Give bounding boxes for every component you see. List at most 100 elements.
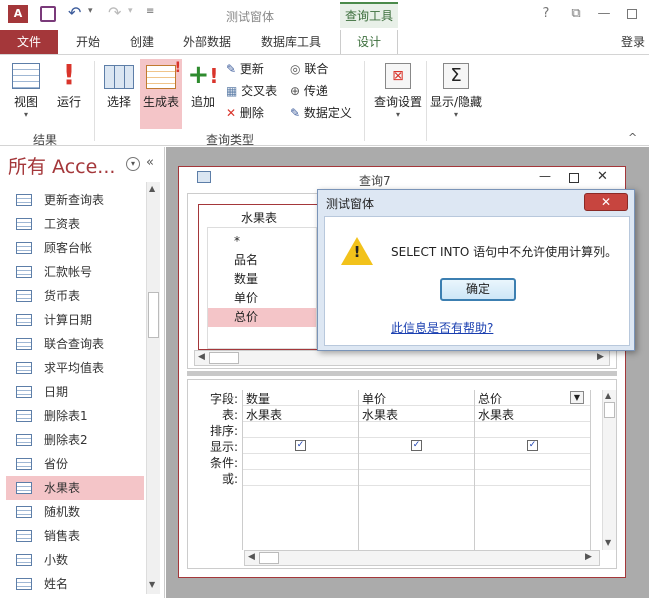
login-link[interactable]: 登录 [618,30,648,54]
scroll-up-icon[interactable]: ▲ [149,184,155,193]
grid-row-line [359,437,474,438]
field-list-item[interactable]: 品名 [208,251,316,270]
query-setup-button[interactable]: ⊠ 查询设置 ▾ [372,59,424,119]
nav-item[interactable]: 销售表 [6,524,144,548]
nav-item[interactable]: 顾客台帐 [6,236,144,260]
field-list-window[interactable]: 水果表 * 品名 数量 单价 总价 [198,204,318,350]
scroll-down-icon[interactable]: ▼ [149,580,155,589]
vscroll-thumb[interactable] [604,402,615,418]
tab-file[interactable]: 文件 [0,30,58,54]
query-minimize-icon[interactable]: — [539,169,551,183]
customize-qat-icon[interactable]: ≡ [146,6,154,17]
nav-item[interactable]: 小数 [6,548,144,572]
field-dropdown-icon[interactable]: ▼ [570,391,584,404]
select-query-button[interactable]: 选择 [100,59,138,110]
nav-item[interactable]: 更新查询表 [6,188,144,212]
field-list-item[interactable]: 数量 [208,270,316,289]
nav-item[interactable]: 日期 [6,380,144,404]
make-table-button[interactable]: ! 生成表 [140,59,182,129]
view-button[interactable]: 视图 ▾ [6,59,46,119]
append-button[interactable]: +! 追加 [186,59,220,110]
show-checkbox[interactable]: ✓ [295,440,306,451]
pane-splitter[interactable] [187,371,617,376]
tab-external-data[interactable]: 外部数据 [176,30,238,54]
hscroll-thumb[interactable] [259,552,279,564]
update-pencil-icon: ✎ [226,62,237,76]
query-maximize-icon[interactable] [569,173,579,183]
data-definition-button[interactable]: ✎ 数据定义 [290,103,352,123]
scroll-down-icon[interactable]: ▼ [605,538,611,547]
grid-vscroll[interactable]: ▲ ▼ [602,390,616,550]
grid-table-cell[interactable]: 水果表 [246,406,282,423]
grid-field-cell[interactable]: 总价 [478,390,502,407]
nav-item[interactable]: 省份 [6,452,144,476]
tab-database-tools[interactable]: 数据库工具 [254,30,328,54]
scroll-left-icon[interactable]: ◀ [248,552,255,562]
grid-hscroll[interactable]: ◀ ▶ [244,550,600,566]
nav-item[interactable]: 联合查询表 [6,332,144,356]
nav-collapse-icon[interactable]: « [146,155,154,170]
nav-item[interactable]: 随机数 [6,500,144,524]
run-button[interactable]: ! 运行 [52,59,86,110]
tab-home[interactable]: 开始 [68,30,108,54]
grid-table-cell[interactable]: 水果表 [362,406,398,423]
run-label: 运行 [56,95,81,109]
ok-button[interactable]: 确定 [440,278,516,301]
field-list-item[interactable]: 单价 [208,289,316,308]
delete-query-button[interactable]: ✕ 删除 [226,103,264,123]
help-icon[interactable]: ? [538,6,554,22]
nav-item[interactable]: 姓名 [6,572,144,596]
passthrough-button[interactable]: ⊕ 传递 [290,81,328,101]
context-tab-group-label: 查询工具 [340,2,398,28]
nav-scrollbar[interactable]: ▲ ▼ [146,182,160,594]
nav-item[interactable]: 删除表1 [6,404,144,428]
help-link[interactable]: 此信息是否有帮助? [391,319,493,336]
union-button[interactable]: ◎ 联合 [290,59,328,79]
hscroll-thumb[interactable] [209,352,239,364]
save-icon[interactable] [40,6,56,22]
globe-icon: ⊕ [290,84,301,98]
field-list-item[interactable]: * [208,232,316,251]
nav-item[interactable]: 水果表 [6,476,144,500]
nav-pane-title[interactable]: 所有 Acce... [8,152,115,179]
undo-icon[interactable]: ↶ [68,3,81,22]
undo-dropdown-icon[interactable]: ▾ [88,6,93,16]
scroll-left-icon[interactable]: ◀ [198,352,205,362]
grid-field-cell[interactable]: 单价 [362,390,386,407]
nav-item[interactable]: 求平均值表 [6,356,144,380]
scroll-thumb[interactable] [148,292,159,338]
update-button[interactable]: ✎ 更新 [226,59,264,79]
show-checkbox[interactable]: ✓ [527,440,538,451]
title-bar: A ↶ ▾ ↷ ▾ ≡ 测试窗体 查询工具 ? ⧉ — [0,0,649,30]
scroll-right-icon[interactable]: ▶ [585,552,592,562]
scroll-right-icon[interactable]: ▶ [597,352,604,362]
nav-item[interactable]: 删除表2 [6,428,144,452]
show-hide-button[interactable]: Σ 显示/隐藏 ▾ [428,59,484,119]
grid-column: 数量 水果表 ✓ [243,390,359,550]
redo-dropdown-icon[interactable]: ▾ [128,6,133,16]
tab-design[interactable]: 设计 [340,30,398,55]
table-icon [16,314,32,326]
delete-label: 删除 [239,106,264,120]
field-list-item[interactable]: 总价 [208,308,316,327]
crosstab-button[interactable]: ▦ 交叉表 [226,81,277,101]
ribbon-display-icon[interactable]: ⧉ [568,6,584,22]
minimize-icon[interactable]: — [596,6,612,22]
nav-item[interactable]: 工资表 [6,212,144,236]
show-checkbox[interactable]: ✓ [411,440,422,451]
nav-menu-dropdown-icon[interactable]: ▾ [126,157,140,171]
tab-create[interactable]: 创建 [122,30,162,54]
query-close-icon[interactable]: ✕ [597,169,608,184]
nav-item[interactable]: 计算日期 [6,308,144,332]
table-pane-hscroll[interactable]: ◀ ▶ [194,350,610,366]
scroll-up-icon[interactable]: ▲ [605,391,611,400]
collapse-ribbon-icon[interactable]: ^ [628,131,637,144]
nav-item[interactable]: 货币表 [6,284,144,308]
nav-item[interactable]: 汇款帐号 [6,260,144,284]
grid-field-cell[interactable]: 数量 [246,390,270,407]
redo-icon[interactable]: ↷ [108,3,121,22]
run-exclamation-icon: ! [62,58,76,91]
grid-table-cell[interactable]: 水果表 [478,406,514,423]
dialog-close-button[interactable]: ✕ [584,193,628,211]
maximize-icon[interactable] [627,9,637,19]
